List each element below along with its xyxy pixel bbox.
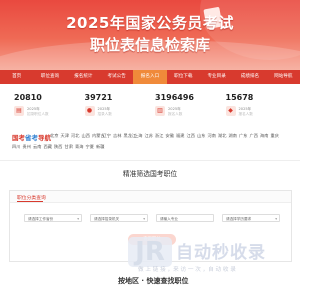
watermark-title: 自动秒收录	[176, 243, 266, 263]
nav-item-registration-entry[interactable]: 报名入口	[133, 70, 167, 84]
region-search-heading: 按地区 · 快速查找职位	[118, 277, 189, 285]
province-link[interactable]: 甘肃	[65, 144, 76, 150]
major-input[interactable]: 请输入专业	[156, 214, 214, 222]
panel-header: 职位分类查询	[10, 191, 291, 203]
province-link[interactable]: 湖北	[218, 133, 229, 139]
watermark-subtitle: 做 上 链 接 ，来 访 一 次 ，自 动 收 录	[138, 267, 236, 273]
stat-year: 2025年	[238, 106, 252, 111]
stat-value: 15678	[225, 93, 254, 102]
page: 2025年国家公务员考试 职位表信息检索库 首页 职位查询 报名统计 考试公告 …	[0, 0, 300, 300]
province-link[interactable]: 山东	[197, 133, 208, 139]
nav-item-site-navigation[interactable]: 网站导航	[267, 70, 300, 84]
hero-subtitle: 职位表信息检索库	[89, 36, 210, 54]
nav-item-position-download[interactable]: 职位下载	[167, 70, 200, 84]
panel-title-underline	[17, 201, 43, 203]
nav-item-score-ranking[interactable]: 成绩排名	[233, 70, 266, 84]
panel-title: 职位分类查询	[17, 196, 46, 201]
watermark: JR 自动秒收录 做 上 链 接 ，来 访 一 次 ，自 动 收 录	[128, 235, 298, 275]
chevron-down-icon: ▾	[143, 216, 145, 221]
province-link[interactable]: 上海	[134, 133, 145, 139]
stat-label: 报名人数	[168, 111, 183, 116]
nav-item-registration-stats[interactable]: 报名统计	[67, 70, 100, 84]
hero-title: 2025年国家公务员考试	[66, 14, 234, 32]
province-link[interactable]: 青海	[75, 144, 86, 150]
province-link[interactable]: 广东	[239, 133, 250, 139]
doc-icon: ▤	[14, 106, 24, 116]
stat-card: 39721 ● 2025年 招录人数	[81, 93, 152, 123]
chart-icon: ▥	[155, 106, 165, 116]
province-link[interactable]: 四川	[12, 144, 23, 150]
main-nav: 首页 职位查询 报名统计 考试公告 报名入口 职位下载 专业目录 成绩排名 网站…	[0, 70, 300, 84]
province-row: 四川 贵州 云南 西藏 陕西 甘肃 青海 宁夏 新疆	[12, 144, 107, 150]
province-link[interactable]: 山西	[82, 133, 93, 139]
divider	[0, 160, 300, 161]
province-link[interactable]: 陕西	[54, 144, 65, 150]
province-link[interactable]: 湖南	[229, 133, 240, 139]
province-link[interactable]: 河南	[208, 133, 219, 139]
province-link[interactable]: 吉林	[113, 133, 124, 139]
stat-label: 招录人数	[97, 111, 112, 116]
education-select[interactable]: 请选择学历要求 ▾	[222, 214, 280, 222]
province-link[interactable]: 重庆	[271, 133, 282, 139]
province-link[interactable]: 浙江	[155, 133, 166, 139]
stat-label: 招录职位人数	[27, 111, 49, 116]
stat-year: 2025年	[168, 106, 181, 111]
province-link[interactable]: 黑龙江	[124, 133, 137, 139]
filter-selects: 请选择工作省份 ▾ 请选择招录机关 ▾ 请输入专业 请选择学历要求 ▾	[24, 214, 280, 222]
province-link[interactable]: 福建	[176, 133, 187, 139]
province-select[interactable]: 请选择工作省份 ▾	[24, 214, 82, 222]
province-link[interactable]: 河北	[71, 133, 82, 139]
stats-row: 20810 ▤ 2025年 招录职位人数 39721 ● 2025年 招录人数 …	[10, 93, 292, 123]
user-icon: ●	[84, 106, 95, 116]
province-filter: 国考省考导航 北京 天津 河北 山西 内蒙古 辽宁 吉林 黑龙江 上海 江苏 浙江 安徽 福建 江西 山东河…	[10, 130, 292, 152]
stat-year: 2025年	[27, 106, 40, 111]
province-link[interactable]: 北京	[50, 133, 61, 139]
stat-card: 20810 ▤ 2025年 招录职位人数	[10, 93, 81, 123]
province-link[interactable]: 宁夏	[86, 144, 97, 150]
nav-item-home[interactable]: 首页	[0, 70, 33, 84]
watermark-logo: JR	[128, 237, 172, 267]
group-icon: ◆	[225, 106, 236, 116]
province-link[interactable]: 内蒙古	[92, 133, 105, 139]
stat-card: 15678 ◆ 2025年 报名人数	[222, 93, 293, 123]
stat-label: 报名人数	[238, 111, 253, 116]
nav-item-position-search[interactable]: 职位查询	[33, 70, 66, 84]
province-logo: 国考省考导航	[12, 134, 51, 142]
province-link[interactable]: 云南	[33, 144, 44, 150]
stat-year: 2025年	[97, 106, 111, 111]
province-link[interactable]: 江西	[187, 133, 198, 139]
stat-value: 20810	[14, 93, 42, 102]
province-row: 北京 天津 河北 山西 内蒙古 辽宁 吉林 黑龙江 上海 江苏 浙江 安徽 福建 江西 山东 河南 湖北 湖南 广东…	[50, 133, 281, 139]
province-link[interactable]: 江苏	[145, 133, 156, 139]
province-link[interactable]: 贵州	[23, 144, 34, 150]
nav-item-major-catalog[interactable]: 专业目录	[200, 70, 233, 84]
province-link[interactable]: 辽宁	[103, 133, 114, 139]
chevron-down-icon: ▾	[275, 216, 277, 221]
province-link[interactable]: 新疆	[96, 144, 107, 150]
province-link[interactable]: 西藏	[44, 144, 55, 150]
province-link[interactable]: 天津	[61, 133, 72, 139]
stat-card: 3196496 ▥ 2025年 报名人数	[151, 93, 222, 123]
nav-item-exam-notice[interactable]: 考试公告	[100, 70, 133, 84]
stat-value: 39721	[84, 93, 113, 102]
chevron-down-icon: ▾	[77, 216, 79, 221]
province-link[interactable]: 安徽	[166, 133, 177, 139]
agency-select[interactable]: 请选择招录机关 ▾	[90, 214, 148, 222]
province-link[interactable]: 广西	[250, 133, 261, 139]
hero-banner: 2025年国家公务员考试 职位表信息检索库	[0, 0, 300, 70]
stat-value: 3196496	[155, 93, 194, 102]
province-link[interactable]: 海南	[260, 133, 271, 139]
section-title: 精准筛选国考职位	[122, 170, 178, 178]
